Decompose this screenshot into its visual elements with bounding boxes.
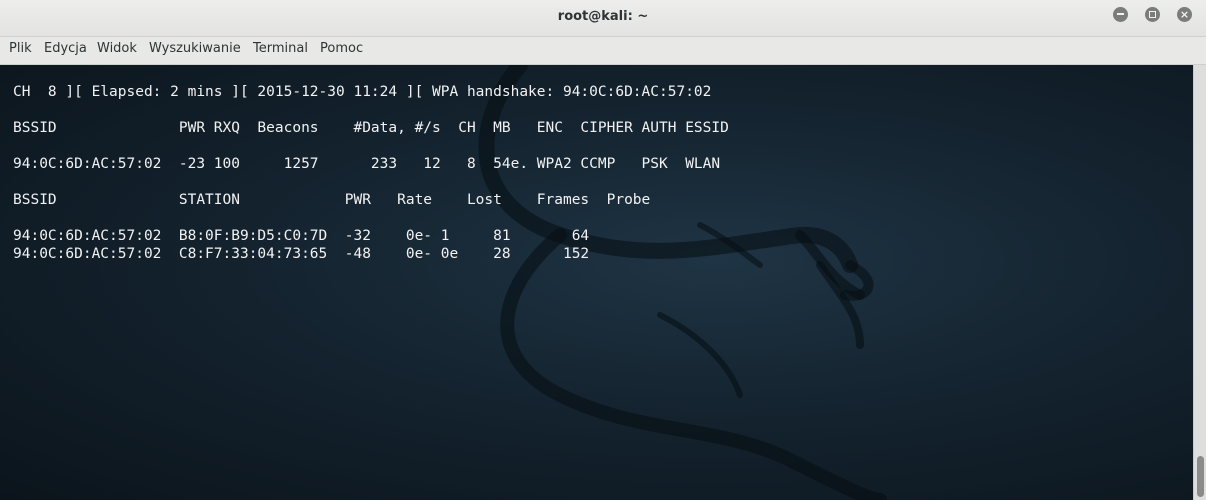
terminal-line: CH 8 ][ Elapsed: 2 mins ][ 2015-12-30 11… [13,84,712,100]
window-title: root@kali: ~ [557,9,649,24]
maximize-icon [1149,10,1156,18]
menu-plik[interactable]: Plik [9,41,32,56]
menu-bar: Plik Edycja Widok Wyszukiwanie Terminal … [0,37,1206,65]
minimize-button[interactable] [1113,7,1128,22]
menu-terminal[interactable]: Terminal [253,41,308,56]
terminal-area[interactable]: CH 8 ][ Elapsed: 2 mins ][ 2015-12-30 11… [0,65,1193,500]
terminal-line: 94:0C:6D:AC:57:02 B8:0F:B9:D5:C0:7D -32 … [13,228,590,244]
menu-wyszukiwanie[interactable]: Wyszukiwanie [149,41,241,56]
terminal-line: BSSID STATION PWR Rate Lost Frames Probe [13,192,651,208]
menu-pomoc[interactable]: Pomoc [320,41,363,56]
title-bar[interactable]: root@kali: ~ × [0,0,1206,37]
minimize-icon [1117,13,1124,15]
terminal-output: CH 8 ][ Elapsed: 2 mins ][ 2015-12-30 11… [13,83,729,263]
terminal-window: root@kali: ~ × Plik Edycja Widok Wyszuki… [0,0,1206,500]
terminal-line: 94:0C:6D:AC:57:02 -23 100 1257 233 12 8 … [13,156,721,172]
terminal-line: BSSID PWR RXQ Beacons #Data, #/s CH MB E… [13,120,729,136]
close-icon: × [1179,8,1190,21]
menu-edycja[interactable]: Edycja [44,41,87,56]
menu-widok[interactable]: Widok [97,41,137,56]
maximize-button[interactable] [1145,7,1160,22]
vertical-scrollbar[interactable] [1193,65,1206,500]
close-button[interactable]: × [1177,7,1192,22]
scrollbar-thumb[interactable] [1197,456,1204,497]
terminal-line: 94:0C:6D:AC:57:02 C8:F7:33:04:73:65 -48 … [13,246,590,262]
